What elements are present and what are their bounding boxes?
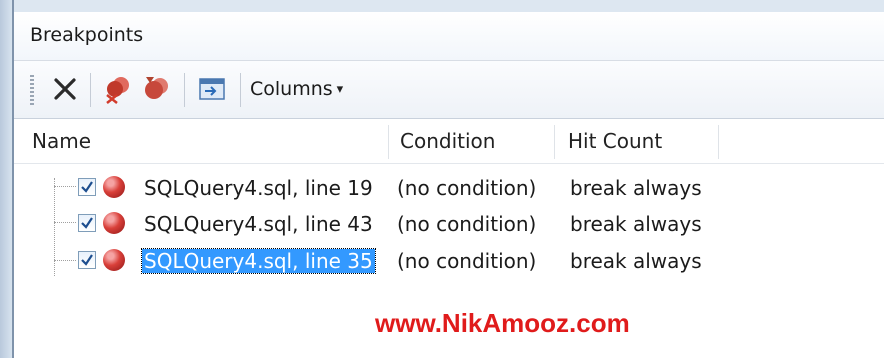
- disable-all-breakpoints-button[interactable]: [138, 71, 174, 107]
- toolbar-separator: [184, 73, 185, 107]
- breakpoint-name-cell: SQLQuery4.sql, line 35: [141, 243, 376, 279]
- breakpoint-checkbox[interactable]: [78, 251, 96, 269]
- breakpoint-name: SQLQuery4.sql, line 19: [144, 176, 373, 200]
- breakpoint-checkbox[interactable]: [78, 178, 96, 196]
- toolbar-grip[interactable]: [30, 75, 34, 105]
- column-divider[interactable]: [718, 125, 719, 159]
- toolbar-separator: [90, 73, 91, 107]
- column-divider[interactable]: [554, 125, 555, 159]
- breakpoints-window: Breakpoints Columns ▾ Name Condition Hit…: [14, 12, 884, 358]
- chevron-down-icon: ▾: [336, 81, 344, 97]
- delete-all-breakpoints-button[interactable]: [100, 71, 136, 107]
- checkmark-icon: [81, 254, 93, 266]
- column-divider[interactable]: [388, 125, 389, 159]
- columns-dropdown-button[interactable]: Columns ▾: [250, 71, 380, 107]
- breakpoint-icon: [103, 212, 125, 234]
- column-header-hit-count[interactable]: Hit Count: [568, 119, 662, 163]
- delete-breakpoint-button[interactable]: [48, 71, 82, 107]
- breakpoint-icon: [103, 249, 125, 271]
- checkmark-icon: [81, 217, 93, 229]
- title-bar: Breakpoints: [14, 12, 884, 61]
- breakpoint-row[interactable]: SQLQuery4.sql, line 19 (no condition) br…: [14, 170, 884, 206]
- window-frame-left: [0, 0, 12, 358]
- export-button[interactable]: [194, 71, 230, 107]
- window-frame-top: [0, 0, 884, 12]
- breakpoint-condition: (no condition): [397, 249, 537, 273]
- disable-all-breakpoints-icon: [145, 77, 168, 99]
- breakpoint-condition: (no condition): [397, 176, 537, 200]
- breakpoint-row[interactable]: SQLQuery4.sql, line 43 (no condition) br…: [14, 206, 884, 242]
- breakpoint-name: SQLQuery4.sql, line 35: [141, 248, 376, 274]
- column-header-name[interactable]: Name: [32, 119, 91, 163]
- breakpoint-name: SQLQuery4.sql, line 43: [144, 212, 373, 236]
- breakpoint-icon: [103, 176, 125, 198]
- column-header: Name Condition Hit Count: [14, 119, 884, 164]
- toolbar: Columns ▾: [14, 61, 884, 119]
- breakpoint-hit-count: break always: [570, 176, 702, 200]
- breakpoint-hit-count: break always: [570, 249, 702, 273]
- breakpoint-hit-count: break always: [570, 212, 702, 236]
- breakpoint-checkbox[interactable]: [78, 214, 96, 232]
- close-icon: [54, 78, 76, 100]
- columns-label: Columns: [250, 78, 333, 100]
- delete-all-breakpoints-icon: [106, 77, 129, 104]
- watermark-text: www.NikAmooz.com: [375, 308, 630, 338]
- breakpoint-condition: (no condition): [397, 212, 537, 236]
- column-header-condition[interactable]: Condition: [400, 119, 495, 163]
- window-title: Breakpoints: [30, 24, 144, 46]
- export-icon: [199, 78, 225, 100]
- toolbar-separator: [240, 73, 241, 107]
- breakpoint-row-selected[interactable]: SQLQuery4.sql, line 35 (no condition) br…: [14, 243, 884, 279]
- checkmark-icon: [81, 181, 93, 193]
